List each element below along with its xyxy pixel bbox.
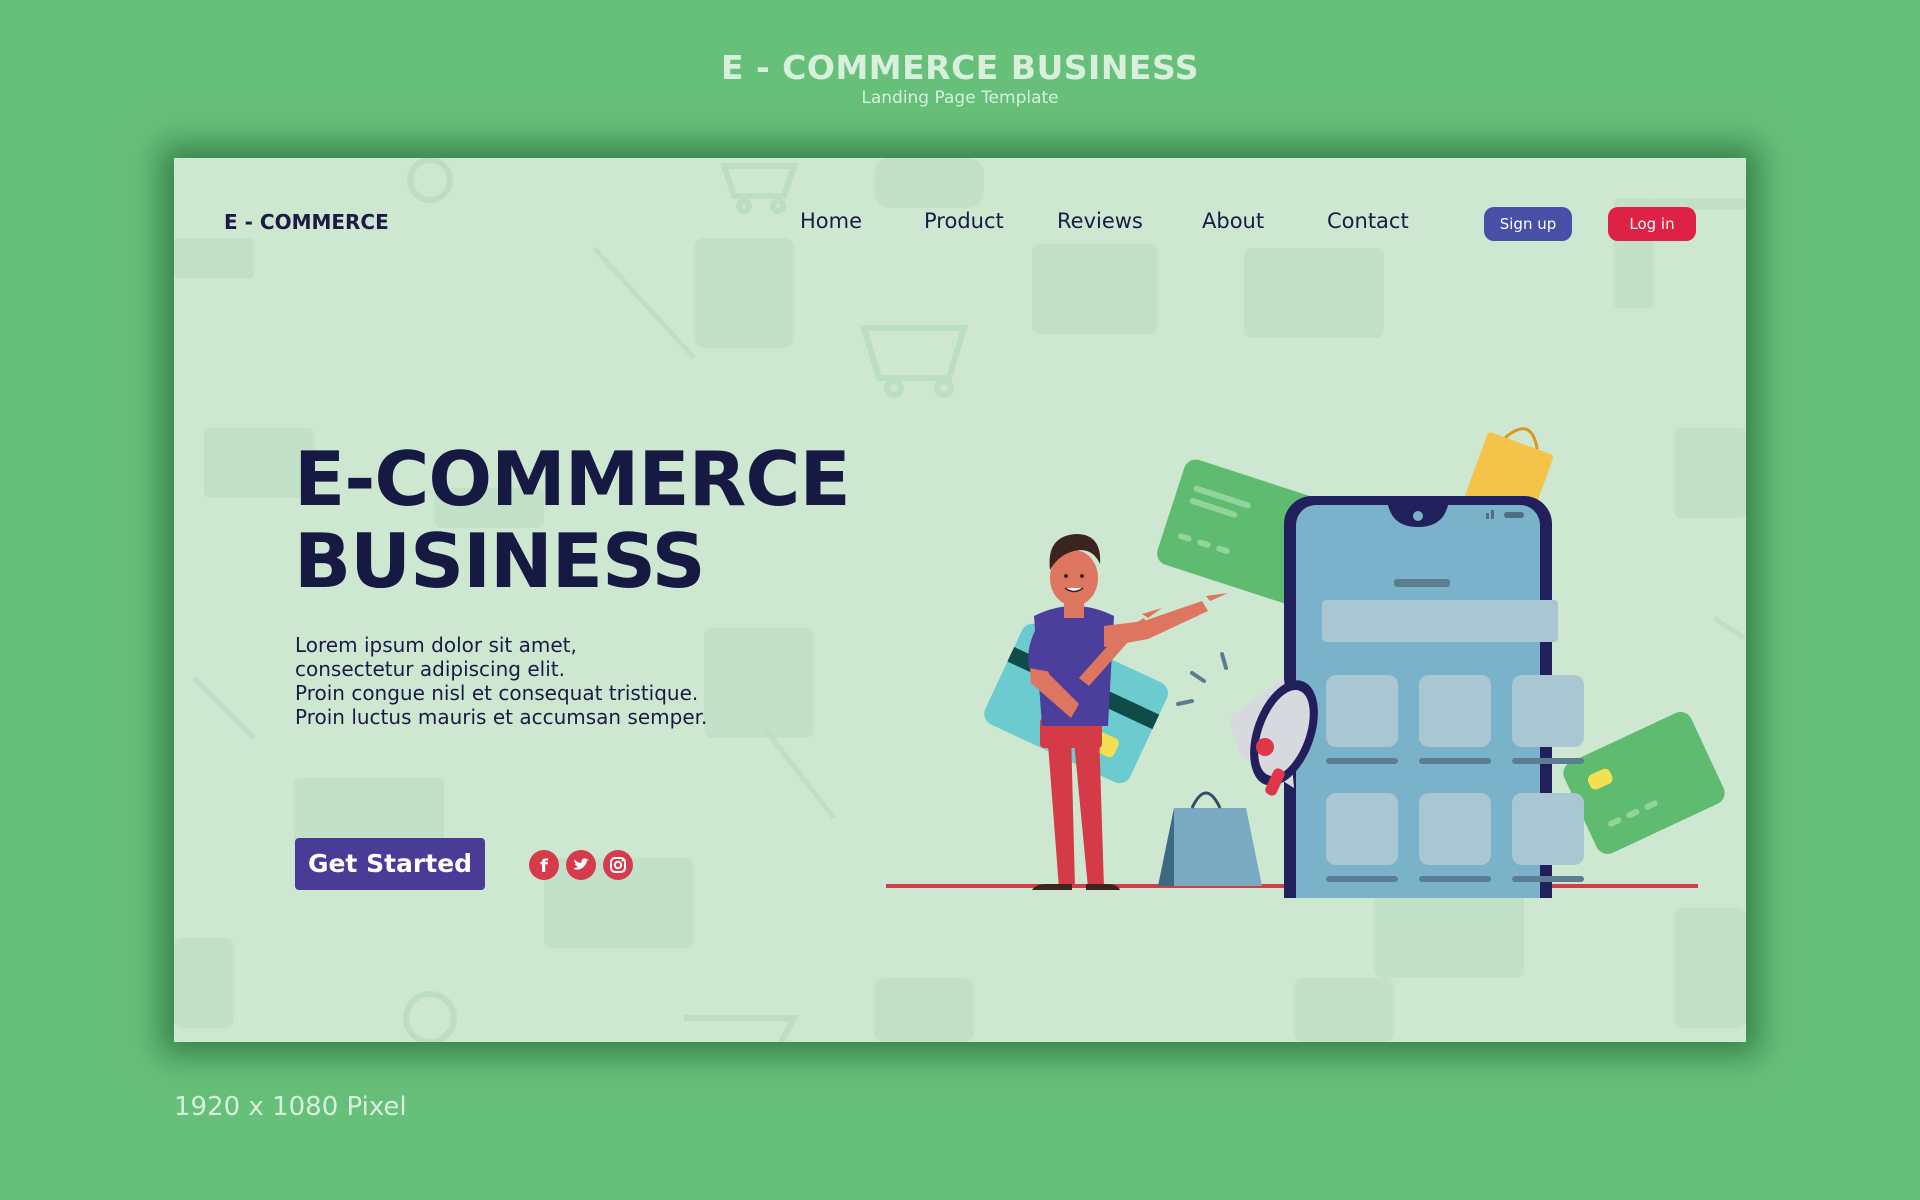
nav-about[interactable]: About bbox=[1202, 209, 1264, 233]
get-started-button[interactable]: Get Started bbox=[295, 838, 485, 890]
credit-card-icon bbox=[1563, 712, 1725, 854]
brand-logo[interactable]: E - COMMERCE bbox=[224, 210, 389, 234]
hero-text-line: Lorem ipsum dolor sit amet, bbox=[295, 633, 577, 657]
nav-home[interactable]: Home bbox=[800, 209, 862, 233]
hero-text-line: consectetur adipiscing elit. bbox=[295, 657, 565, 681]
landing-page-preview: E - COMMERCE Home Product Reviews About … bbox=[174, 158, 1746, 1042]
hero-text-line: Proin luctus mauris et accumsan semper. bbox=[295, 705, 708, 729]
login-button[interactable]: Log in bbox=[1608, 207, 1696, 241]
smartphone-illustration bbox=[1284, 496, 1584, 898]
nav-reviews[interactable]: Reviews bbox=[1057, 209, 1143, 233]
frame-footer: 1920 x 1080 Pixel bbox=[174, 1092, 407, 1122]
facebook-icon[interactable]: f bbox=[529, 850, 559, 880]
svg-text:f: f bbox=[540, 856, 548, 877]
hero-title-line2: BUSINESS bbox=[294, 517, 706, 605]
twitter-icon[interactable] bbox=[566, 850, 596, 880]
hero-title: E-COMMERCE BUSINESS bbox=[294, 438, 894, 602]
hero-description: Lorem ipsum dolor sit amet, consectetur … bbox=[295, 633, 707, 729]
instagram-icon[interactable] bbox=[603, 850, 633, 880]
nav-product[interactable]: Product bbox=[924, 209, 1004, 233]
hero-title-line1: E-COMMERCE bbox=[294, 435, 851, 523]
hero-text-line: Proin congue nisl et consequat tristique… bbox=[295, 681, 699, 705]
nav-contact[interactable]: Contact bbox=[1327, 209, 1409, 233]
signup-button[interactable]: Sign up bbox=[1484, 207, 1572, 241]
hero-illustration bbox=[886, 427, 1725, 898]
frame-title: E - COMMERCE BUSINESS bbox=[720, 48, 1200, 87]
shopping-bag-icon bbox=[1158, 791, 1262, 886]
frame-subtitle: Landing Page Template bbox=[861, 88, 1059, 108]
